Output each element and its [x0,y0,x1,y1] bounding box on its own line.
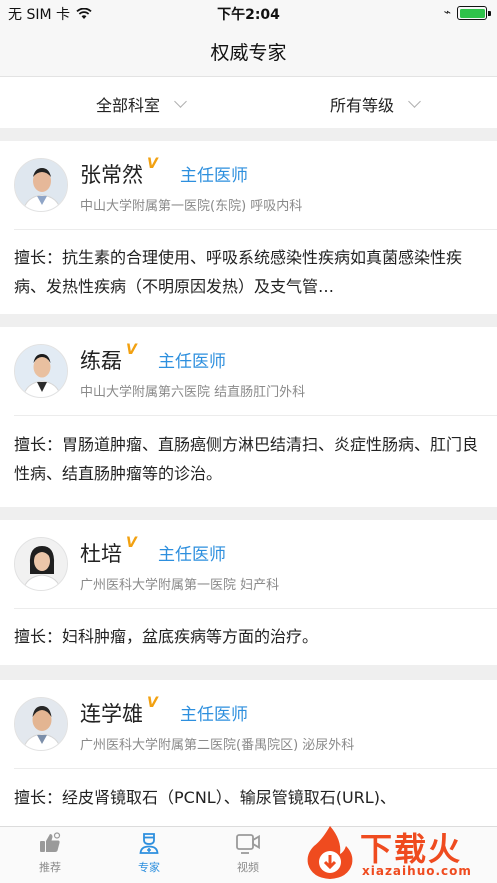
verified-badge-icon: V [147,695,158,711]
tab-experts[interactable]: 专家 [119,831,179,875]
doctor-card[interactable]: 连学雄 V 主任医师 广州医科大学附属第二医院(番禺院区) 泌尿外科 擅长：经皮… [0,680,497,826]
tab-video[interactable]: 视频 [218,831,278,875]
hospital-department: 广州医科大学附属第二医院(番禺院区) 泌尿外科 [80,738,355,753]
doctor-card[interactable]: 练磊 V 主任医师 中山大学附属第六医院 结直肠肛门外科 擅长：胃肠道肿瘤、直肠… [0,327,497,507]
doctor-avatar [14,697,68,751]
department-filter[interactable]: 全部科室 [96,92,187,116]
doctor-title: 主任医师 [180,705,248,725]
watermark-logo: 下载火 xiazaihuo.com [300,820,497,883]
doctor-name-text: 张常然 [80,163,143,187]
filter-bar: 全部科室 所有等级 [0,76,497,128]
doctor-expertise: 擅长：胃肠道肿瘤、直肠癌侧方淋巴结清扫、炎症性肠病、肛门良性病、结直肠肿瘤等的诊… [14,435,479,483]
thumbs-up-icon [40,832,61,852]
status-bar: 无 SIM 卡 下午2:04 ⌁ [0,0,497,26]
verified-badge-icon: V [126,342,137,358]
hospital-department: 中山大学附属第一医院(东院) 呼吸内科 [80,199,303,214]
doctor-name-text: 杜培 [80,542,122,566]
tab-video-label: 视频 [237,861,259,874]
verified-badge-icon: V [126,535,137,551]
doctor-name: 杜培 V [80,535,137,568]
doctor-title: 主任医师 [158,545,226,565]
divider [14,415,497,416]
tab-experts-label: 专家 [138,861,160,874]
verified-badge-icon: V [147,156,158,172]
hospital-department: 中山大学附属第六医院 结直肠肛门外科 [80,385,306,400]
divider [14,608,497,609]
doctor-icon [139,833,159,854]
doctor-name: 练磊 V [80,342,137,375]
navigation-bar: 权威专家 [0,26,497,76]
clock: 下午2:04 [217,7,280,23]
doctor-card[interactable]: 杜培 V 主任医师 广州医科大学附属第一医院 妇产科 擅长：妇科肿瘤，盆底疾病等… [0,520,497,665]
watermark-url: xiazaihuo.com [362,864,472,878]
charging-icon: ⌁ [443,5,451,19]
flame-icon [307,826,353,879]
divider [14,768,497,769]
divider [14,229,497,230]
doctor-avatar [14,158,68,212]
level-filter[interactable]: 所有等级 [330,92,421,116]
chevron-down-icon [408,95,421,108]
doctor-expertise: 擅长：抗生素的合理使用、呼吸系统感染性疾病如真菌感染性疾病、发热性疾病（不明原因… [14,248,463,296]
doctor-name: 连学雄 V [80,695,158,728]
hospital-department: 广州医科大学附属第一医院 妇产科 [80,578,280,593]
doctor-name-text: 连学雄 [80,702,143,726]
doctor-avatar [14,537,68,591]
doctor-expertise: 擅长：妇科肿瘤，盆底疾病等方面的治疗。 [14,627,319,646]
page-title: 权威专家 [210,42,287,64]
chevron-down-icon [174,95,187,108]
doctor-avatar [14,344,68,398]
doctor-name-text: 练磊 [80,349,122,373]
tab-recommend[interactable]: 推荐 [20,831,80,875]
doctor-card[interactable]: 张常然 V 主任医师 中山大学附属第一医院(东院) 呼吸内科 擅长：抗生素的合理… [0,141,497,314]
tab-recommend-label: 推荐 [39,861,61,874]
doctor-title: 主任医师 [180,166,248,186]
department-filter-label: 全部科室 [96,96,161,115]
doctor-expertise: 擅长：经皮肾镜取石（PCNL）、输尿管镜取石(URL)、 [14,788,396,807]
level-filter-label: 所有等级 [330,96,395,115]
doctor-title: 主任医师 [158,352,226,372]
video-icon [236,834,260,854]
doctor-name: 张常然 V [80,156,158,189]
battery-icon [457,6,491,20]
